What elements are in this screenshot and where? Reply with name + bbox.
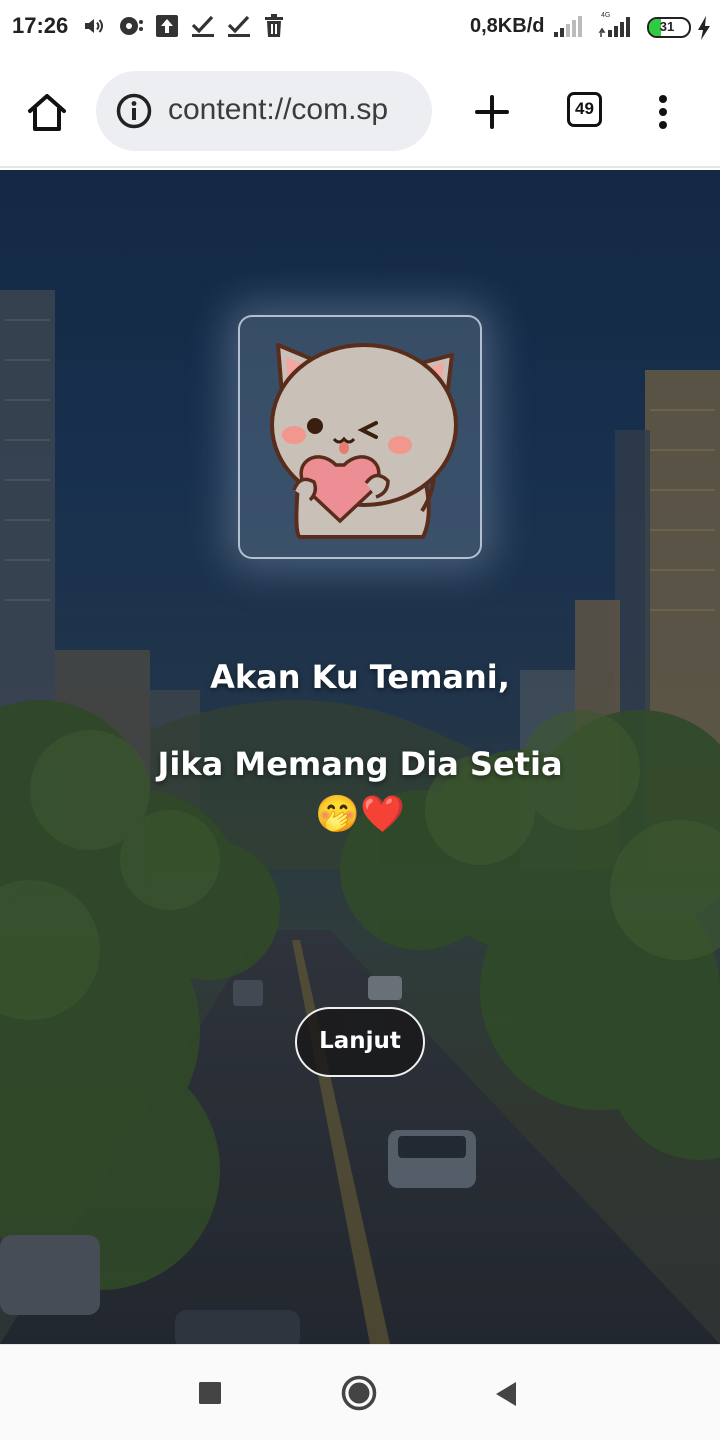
recents-square-icon[interactable]	[198, 1381, 222, 1405]
check-icon	[227, 15, 250, 37]
lanjut-button[interactable]: Lanjut	[295, 1007, 425, 1077]
signal-icon	[598, 17, 630, 37]
trash-icon	[265, 14, 283, 37]
battery-level: 31	[659, 19, 675, 34]
check-icon	[191, 15, 214, 37]
volume-icon	[85, 19, 103, 33]
battery-icon: 31	[647, 17, 691, 38]
message-line-1: Akan Ku Temani,	[210, 658, 510, 696]
cast-icon	[120, 17, 143, 35]
status-bar: 17:26 0,8KB/d 4G 31	[0, 0, 720, 56]
upload-icon	[156, 15, 178, 37]
cat-holding-heart-sticker	[270, 343, 458, 539]
more-vertical-icon[interactable]	[655, 94, 671, 130]
back-triangle-icon[interactable]	[494, 1381, 518, 1407]
signal-icon	[554, 16, 582, 37]
browser-toolbar: content://com.sp 49	[0, 56, 720, 168]
sticker-card	[238, 315, 482, 559]
system-nav-bar	[0, 1344, 720, 1440]
url-bar[interactable]: content://com.sp	[96, 71, 432, 151]
tab-count: 49	[575, 99, 594, 118]
web-page-content: Akan Ku Temani, Jika Memang Dia Setia 🤭❤…	[0, 170, 720, 1344]
plus-icon[interactable]	[474, 94, 510, 130]
net-speed: 0,8KB/d	[470, 15, 545, 37]
tabs-button[interactable]: 49	[567, 92, 602, 127]
status-time: 17:26	[12, 13, 69, 38]
charging-icon	[698, 16, 710, 40]
url-text[interactable]: content://com.sp	[168, 93, 388, 127]
message-emojis: 🤭❤️	[315, 794, 405, 835]
home-circle-icon[interactable]	[341, 1375, 377, 1411]
home-icon[interactable]	[26, 92, 68, 132]
message-line-2: Jika Memang Dia Setia	[157, 745, 563, 783]
info-icon[interactable]	[116, 93, 152, 129]
